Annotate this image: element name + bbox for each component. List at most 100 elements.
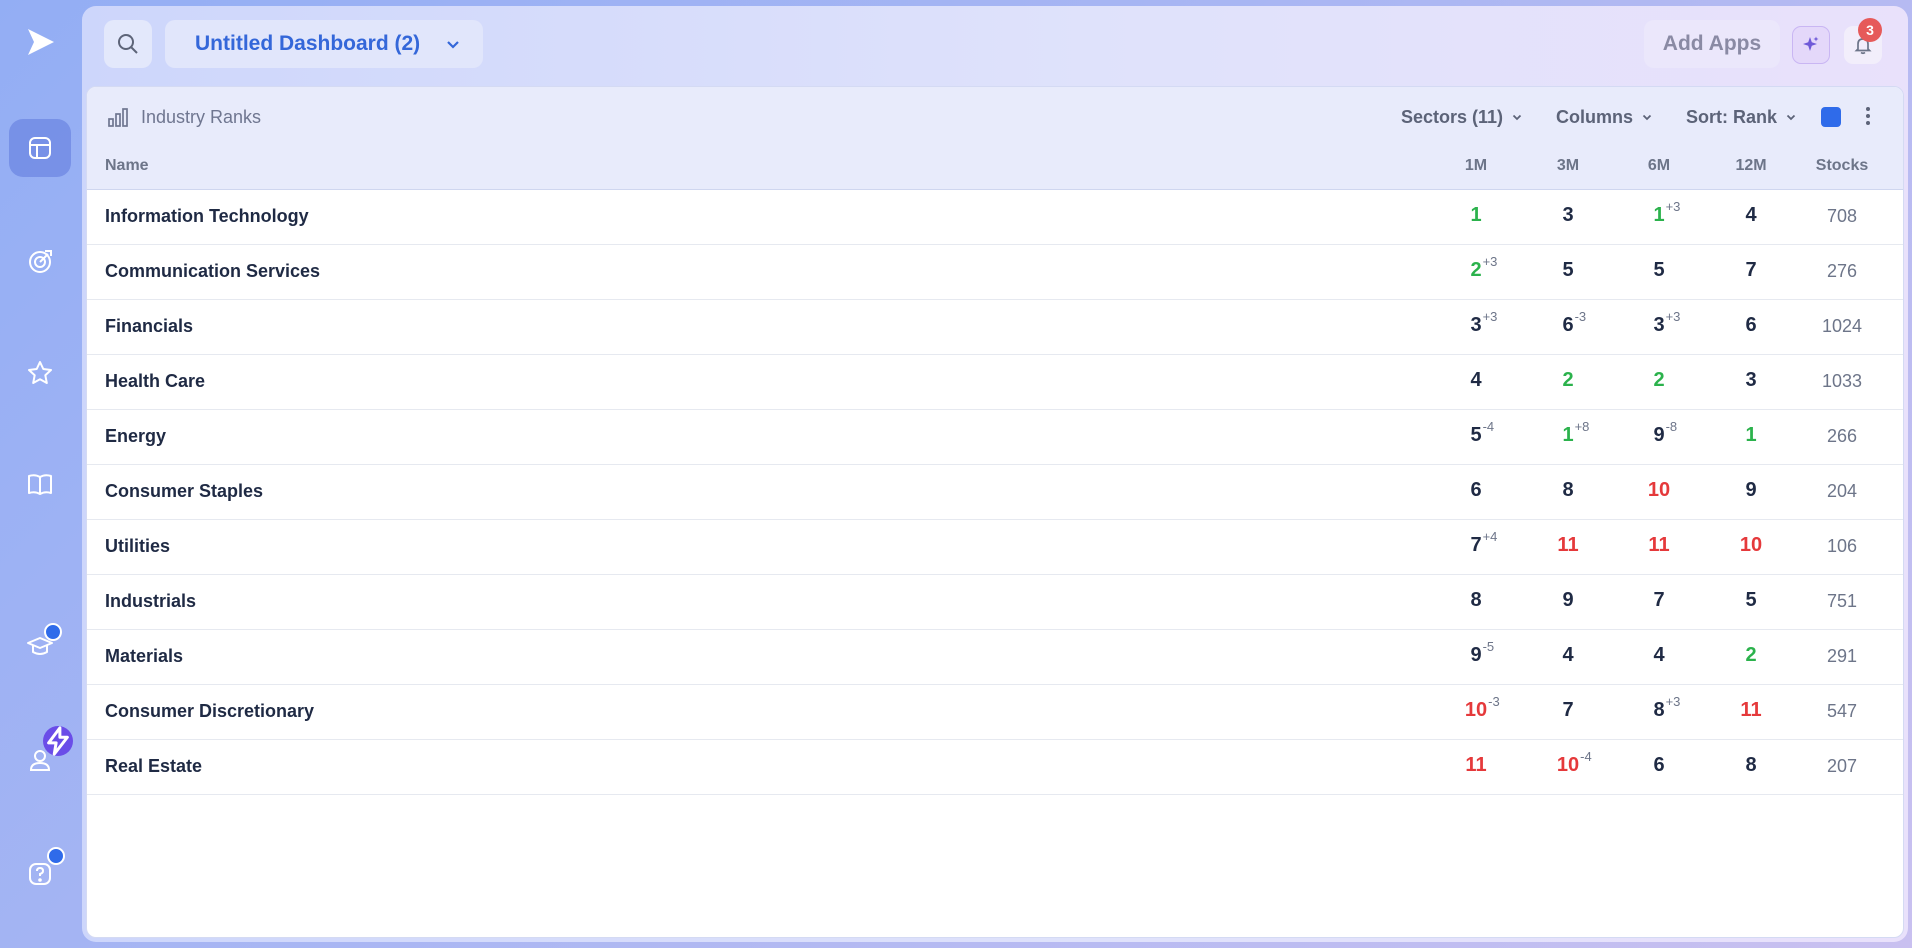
sector-name: Information Technology	[105, 206, 309, 226]
table-row[interactable]: Industrials 8 9 7 5 751	[87, 575, 1903, 630]
logo-icon[interactable]	[24, 26, 56, 58]
rank-value: 2	[1653, 369, 1665, 391]
sidebar-item-learn[interactable]	[9, 455, 71, 513]
rank-value: 11	[1465, 754, 1487, 776]
sidebar-item-dashboards[interactable]	[9, 119, 71, 177]
rank-value: 3	[1562, 204, 1574, 226]
industry-table-body: Information Technology 1 3 1 +3 4 708 Communica…	[87, 190, 1903, 795]
columns-dropdown[interactable]: Columns	[1556, 104, 1653, 130]
bar-chart-icon	[108, 108, 128, 127]
rank-change: +4	[1482, 529, 1498, 544]
column-header-name[interactable]: Name	[105, 157, 149, 175]
rank-value: 5	[1562, 259, 1574, 281]
rank-value: 6	[1745, 314, 1757, 336]
rank-value: 9	[1653, 424, 1665, 446]
rank-value: 9	[1470, 644, 1482, 666]
table-row[interactable]: Utilities 7 +4 11 11 10 106	[87, 520, 1903, 575]
rank-value: 7	[1562, 699, 1574, 721]
table-row[interactable]: Information Technology 1 3 1 +3 4 708	[87, 190, 1903, 245]
table-row[interactable]: Materials 9 -5 4 4 2 291	[87, 630, 1903, 685]
rank-change: -3	[1488, 694, 1500, 709]
rank-value: 1	[1653, 204, 1665, 226]
rank-value: 9	[1562, 589, 1574, 611]
rank-change: -5	[1482, 639, 1495, 654]
sort-dropdown[interactable]: Sort: Rank	[1686, 104, 1797, 130]
table-row[interactable]: Financials 3 +3 6 -3 3 +3 6 1024	[87, 300, 1903, 355]
sector-name: Utilities	[105, 536, 171, 556]
sector-name: Materials	[105, 646, 184, 666]
rank-value: 1	[1470, 204, 1482, 226]
sidebar-item-account[interactable]	[9, 726, 73, 789]
rank-value: 6	[1562, 314, 1574, 336]
chevron-down-icon	[1512, 114, 1522, 121]
rank-value: 8	[1470, 589, 1482, 611]
stock-count: 207	[1826, 756, 1858, 776]
rank-change: -3	[1574, 309, 1587, 324]
column-header-3m[interactable]: 3M	[1557, 157, 1579, 175]
sectors-dropdown[interactable]: Sectors (11)	[1401, 104, 1523, 130]
column-header-12m[interactable]: 12M	[1735, 157, 1766, 175]
rank-value: 2	[1470, 259, 1482, 281]
sector-name: Consumer Staples	[105, 481, 264, 501]
rank-value: 7	[1470, 534, 1482, 556]
rank-value: 1	[1562, 424, 1574, 446]
table-row[interactable]: Real Estate 11 10 -4 6 8 207	[87, 740, 1903, 795]
new-dot-badge	[44, 623, 62, 641]
notification-count-badge: 3	[1858, 18, 1882, 42]
widget-title-group: Industry Ranks	[107, 104, 261, 130]
dashboard-title: Untitled Dashboard (2)	[195, 32, 421, 55]
widget-header: Industry Ranks Sectors (11) Columns Sort…	[87, 87, 1903, 190]
table-row[interactable]: Consumer Staples 6 8 10 9 204	[87, 465, 1903, 520]
rank-value: 5	[1653, 259, 1665, 281]
table-row[interactable]: Energy 5 -4 1 +8 9 -8 1 266	[87, 410, 1903, 465]
dashboard-selector[interactable]: Untitled Dashboard (2)	[165, 20, 483, 68]
rank-value: 6	[1653, 754, 1665, 776]
rank-value: 4	[1745, 204, 1757, 226]
rank-value: 6	[1470, 479, 1482, 501]
chevron-down-icon	[447, 41, 459, 49]
rank-value: 7	[1653, 589, 1665, 611]
rank-value: 7	[1745, 259, 1757, 281]
table-row[interactable]: Consumer Discretionary 10 -3 7 8 +3 11 547	[87, 685, 1903, 740]
stock-count: 1024	[1821, 316, 1863, 336]
rank-value: 1	[1745, 424, 1757, 446]
sidebar-item-watchlist[interactable]	[9, 344, 71, 402]
sparkle-icon	[1803, 36, 1819, 51]
stock-count: 708	[1826, 206, 1858, 226]
column-header-stocks[interactable]: Stocks	[1816, 157, 1868, 175]
table-row[interactable]: Communication Services 2 +3 5 5 7 276	[87, 245, 1903, 300]
rank-value: 10	[1647, 479, 1671, 501]
sector-name: Consumer Discretionary	[105, 701, 315, 721]
industry-ranks-widget: Industry Ranks Sectors (11) Columns Sort…	[86, 86, 1904, 938]
rank-change: +8	[1574, 419, 1590, 434]
add-apps-button[interactable]: Add Apps	[1644, 20, 1780, 68]
stock-count: 276	[1826, 261, 1858, 281]
rank-value: 4	[1562, 644, 1574, 666]
sector-name: Real Estate	[105, 756, 203, 776]
book-icon	[28, 474, 52, 495]
rank-value: 8	[1745, 754, 1757, 776]
columns-label: Columns	[1556, 106, 1634, 127]
widget-color-picker[interactable]	[1821, 107, 1841, 127]
column-header-1m[interactable]: 1M	[1465, 157, 1487, 175]
rank-change: +3	[1665, 694, 1681, 709]
sector-name: Communication Services	[105, 261, 321, 281]
sidebar-item-help[interactable]	[9, 845, 71, 903]
rank-value: 3	[1653, 314, 1665, 336]
rank-value: 8	[1653, 699, 1665, 721]
sidebar-item-scanner[interactable]	[9, 232, 71, 290]
rank-value: 10	[1556, 754, 1580, 776]
sidebar-item-academy[interactable]	[9, 617, 71, 675]
column-header-6m[interactable]: 6M	[1648, 157, 1670, 175]
rank-value: 4	[1470, 369, 1482, 391]
rank-value: 5	[1470, 424, 1482, 446]
search-button[interactable]	[104, 20, 152, 68]
stock-count: 266	[1826, 426, 1858, 446]
rank-value: 2	[1745, 644, 1757, 666]
lightning-badge-icon	[43, 726, 73, 756]
more-options-icon[interactable]	[1865, 105, 1871, 127]
stock-count: 751	[1826, 591, 1858, 611]
ai-assistant-button[interactable]	[1792, 26, 1830, 64]
star-icon	[28, 361, 52, 384]
table-row[interactable]: Health Care 4 2 2 3 1033	[87, 355, 1903, 410]
